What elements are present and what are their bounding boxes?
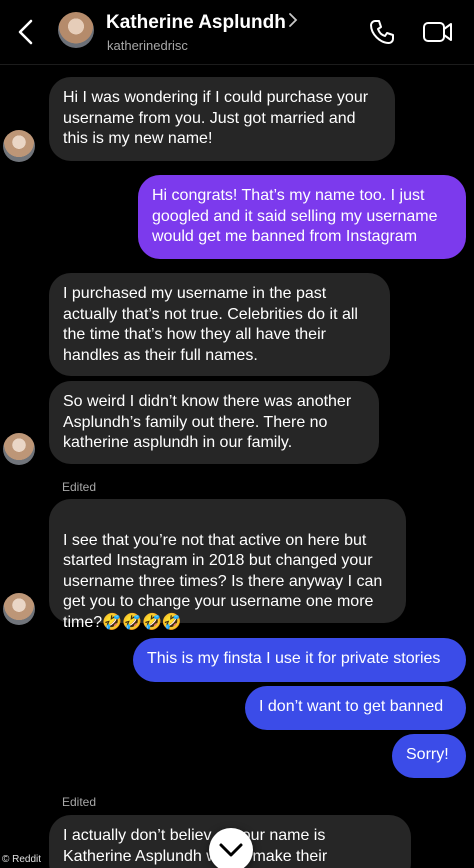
sent-message[interactable]: Sorry!: [392, 734, 466, 778]
edited-label: Edited: [62, 480, 97, 494]
contact-username: katherinedrisc: [107, 38, 188, 53]
contact-avatar[interactable]: [58, 12, 94, 48]
received-message[interactable]: I purchased my username in the past actu…: [49, 273, 390, 376]
sender-avatar[interactable]: [3, 433, 35, 465]
contact-name[interactable]: Katherine Asplundh: [106, 12, 286, 34]
back-icon[interactable]: [12, 16, 40, 48]
video-call-icon[interactable]: [422, 18, 454, 46]
scroll-down-button[interactable]: [209, 828, 253, 868]
sent-message[interactable]: This is my finsta I use it for private s…: [133, 638, 466, 682]
chevron-right-icon[interactable]: [288, 12, 298, 33]
laughing-emoji-icon: 🤣🤣🤣🤣: [102, 613, 182, 631]
received-message[interactable]: So weird I didn’t know there was another…: [49, 381, 379, 464]
call-icon[interactable]: [368, 18, 396, 46]
dm-screen: Katherine Asplundh katherinedrisc Hi I w…: [0, 0, 474, 868]
sender-avatar[interactable]: [3, 593, 35, 625]
sent-message[interactable]: I don’t want to get banned: [245, 686, 466, 730]
received-message[interactable]: Hi I was wondering if I could purchase y…: [49, 77, 395, 161]
chat-header: Katherine Asplundh katherinedrisc: [0, 0, 474, 65]
edited-label: Edited: [62, 795, 97, 809]
chevron-down-icon: [219, 843, 243, 857]
received-message[interactable]: I see that you’re not that active on her…: [49, 499, 406, 631]
sent-message[interactable]: Hi congrats! That’s my name too. I just …: [138, 175, 466, 259]
sender-avatar[interactable]: [3, 130, 35, 162]
watermark: © Reddit: [2, 854, 42, 865]
